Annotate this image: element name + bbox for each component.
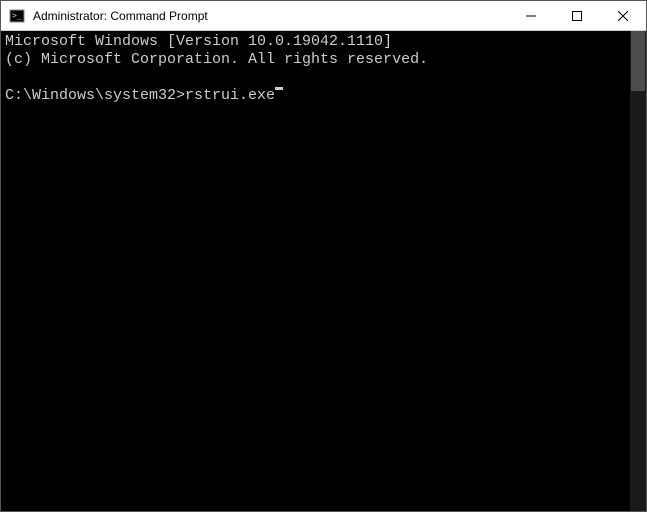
- titlebar[interactable]: >_ Administrator: Command Prompt: [1, 1, 646, 31]
- svg-text:>_: >_: [12, 11, 22, 20]
- terminal-prompt: C:\Windows\system32>: [5, 87, 185, 105]
- scrollbar-track[interactable]: [630, 31, 646, 511]
- close-icon: [618, 11, 628, 21]
- terminal-copyright-line: (c) Microsoft Corporation. All rights re…: [5, 51, 428, 68]
- minimize-button[interactable]: [508, 1, 554, 30]
- window-controls: [508, 1, 646, 30]
- terminal-cursor: [275, 87, 283, 90]
- vertical-scrollbar[interactable]: [630, 31, 646, 511]
- window-title: Administrator: Command Prompt: [33, 9, 508, 23]
- minimize-icon: [526, 11, 536, 21]
- terminal-area[interactable]: Microsoft Windows [Version 10.0.19042.11…: [1, 31, 646, 511]
- maximize-icon: [572, 11, 582, 21]
- close-button[interactable]: [600, 1, 646, 30]
- maximize-button[interactable]: [554, 1, 600, 30]
- terminal-version-line: Microsoft Windows [Version 10.0.19042.11…: [5, 33, 392, 50]
- terminal-command: rstrui.exe: [185, 87, 275, 105]
- terminal-content: Microsoft Windows [Version 10.0.19042.11…: [1, 31, 630, 107]
- command-prompt-icon: >_: [7, 6, 27, 26]
- scrollbar-thumb[interactable]: [631, 31, 645, 91]
- command-prompt-window: >_ Administrator: Command Prompt: [0, 0, 647, 512]
